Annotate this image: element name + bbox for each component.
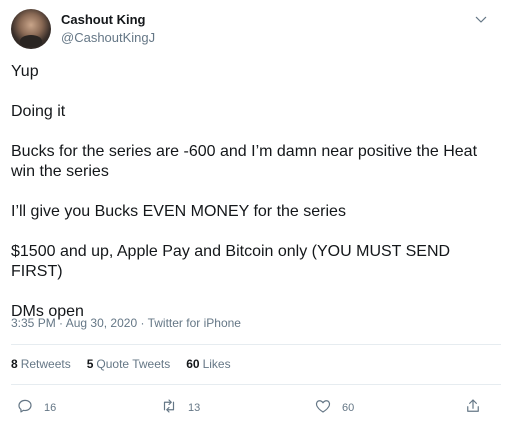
reply-button[interactable]: 16 <box>16 396 56 420</box>
tweet-time[interactable]: 3:35 PM <box>11 316 56 330</box>
action-bar: 16 13 60 <box>0 396 512 420</box>
divider <box>11 344 501 345</box>
tweet-paragraph: I’ll give you Bucks EVEN MONEY for the s… <box>11 203 346 220</box>
chevron-down-icon[interactable] <box>473 12 489 28</box>
meta-separator: · <box>140 316 148 330</box>
tweet-meta: 3:35 PM · Aug 30, 2020 · Twitter for iPh… <box>11 316 241 330</box>
reply-icon <box>16 397 34 420</box>
likes-stat[interactable]: 60 Likes <box>186 357 230 371</box>
like-button[interactable]: 60 <box>314 396 354 420</box>
retweet-icon <box>160 397 178 420</box>
like-count: 60 <box>342 402 355 414</box>
tweet-source[interactable]: Twitter for iPhone <box>148 316 241 330</box>
share-button[interactable] <box>464 396 482 420</box>
quotes-label: Quote Tweets <box>96 357 171 371</box>
retweet-button[interactable]: 13 <box>160 396 200 420</box>
tweet-text: Yup Doing it Bucks for the series are -6… <box>11 62 501 342</box>
tweet-paragraph: $1500 and up, Apple Pay and Bitcoin only… <box>11 243 451 280</box>
meta-separator: · <box>59 316 66 330</box>
tweet-date[interactable]: Aug 30, 2020 <box>66 316 137 330</box>
share-icon <box>464 397 482 420</box>
tweet-stats: 8 Retweets 5 Quote Tweets 60 Likes <box>11 357 231 371</box>
author-name[interactable]: Cashout King <box>61 12 146 27</box>
retweet-count: 13 <box>188 402 201 414</box>
tweet-paragraph: Yup <box>11 63 39 80</box>
tweet: Cashout King @CashoutKingJ Yup Doing it … <box>0 0 512 432</box>
likes-label: Likes <box>202 357 231 371</box>
avatar[interactable] <box>11 9 51 49</box>
tweet-paragraph: Doing it <box>11 103 66 120</box>
tweet-paragraph: Bucks for the series are -600 and I’m da… <box>11 143 478 180</box>
divider <box>11 384 501 385</box>
heart-icon <box>314 397 332 420</box>
likes-count: 60 <box>186 357 200 371</box>
quotes-count: 5 <box>86 357 94 371</box>
retweets-stat[interactable]: 8 Retweets <box>11 357 71 371</box>
author-handle[interactable]: @CashoutKingJ <box>61 30 155 45</box>
retweets-label: Retweets <box>20 357 71 371</box>
retweets-count: 8 <box>11 357 18 371</box>
reply-count: 16 <box>44 402 57 414</box>
quotes-stat[interactable]: 5 Quote Tweets <box>87 357 171 371</box>
